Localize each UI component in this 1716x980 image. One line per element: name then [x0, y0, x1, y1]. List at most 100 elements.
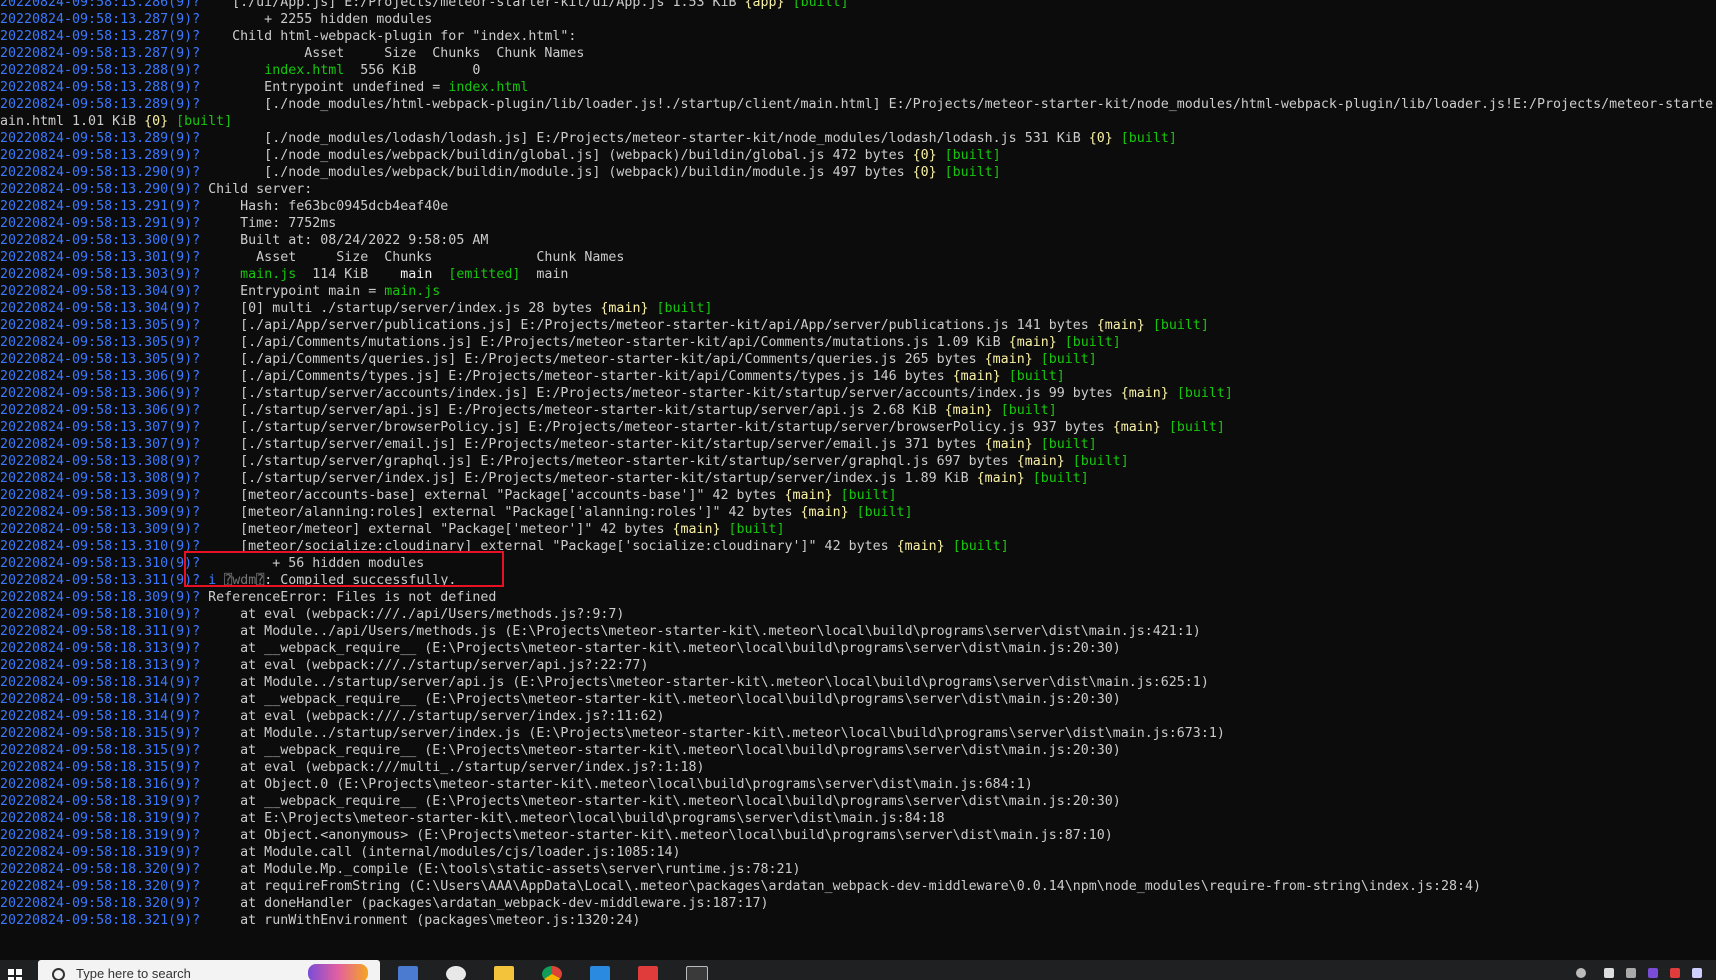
terminal-line: 20220824-09:58:13.306(9)? [./startup/ser… — [0, 385, 1716, 402]
home-app-icon[interactable] — [638, 966, 658, 980]
terminal-line: 20220824-09:58:18.314(9)? at eval (webpa… — [0, 708, 1716, 725]
terminal-line: 20220824-09:58:18.309(9)? ReferenceError… — [0, 589, 1716, 606]
log-text: at Module.call (internal/modules/cjs/loa… — [200, 845, 681, 860]
log-timestamp: 20220824-09:58:13.306(9)? — [0, 403, 201, 418]
terminal-line: 20220824-09:58:18.319(9)? at E:\Projects… — [0, 810, 1716, 827]
terminal-line: 20220824-09:58:13.289(9)? [./node_module… — [0, 147, 1716, 164]
log-text: {0} — [912, 165, 937, 180]
log-timestamp: 20220824-09:58:13.289(9)? — [0, 131, 201, 146]
calculator-icon[interactable] — [398, 966, 418, 980]
log-text: [0] multi ./startup/server/index.js 28 b… — [200, 301, 601, 316]
log-text: main — [520, 267, 569, 282]
log-text: [meteor/meteor] external "Package['meteo… — [200, 522, 673, 537]
app-tray-icon[interactable] — [1648, 968, 1658, 978]
terminal-line: 20220824-09:58:13.307(9)? [./startup/ser… — [0, 419, 1716, 436]
clock-icon[interactable] — [446, 966, 466, 980]
log-text: [built] — [1120, 131, 1177, 146]
vs-tray-icon[interactable] — [1692, 968, 1702, 978]
terminal-line: 20220824-09:58:18.314(9)? at __webpack_r… — [0, 691, 1716, 708]
log-text: wdm — [232, 573, 257, 588]
log-timestamp: 20220824-09:58:13.287(9)? — [0, 12, 201, 27]
search-placeholder: Type here to search — [76, 966, 191, 980]
log-text: {main} — [1120, 386, 1169, 401]
terminal-line: 20220824-09:58:13.288(9)? Entrypoint und… — [0, 79, 1716, 96]
terminal-line: 20220824-09:58:18.319(9)? at Object.<ano… — [0, 827, 1716, 844]
terminal-line: 20220824-09:58:13.310(9)? [meteor/social… — [0, 538, 1716, 555]
log-text: [./node_modules/lodash/lodash.js] E:/Pro… — [200, 131, 1089, 146]
log-timestamp: 20220824-09:58:13.290(9)? — [0, 182, 201, 197]
log-timestamp: 20220824-09:58:13.308(9)? — [0, 471, 201, 486]
search-icon — [52, 968, 65, 980]
log-timestamp: 20220824-09:58:13.306(9)? — [0, 369, 201, 384]
cloud-icon[interactable] — [1626, 968, 1636, 978]
log-text: at requireFromString (C:\Users\AAA\AppDa… — [200, 879, 1482, 894]
log-text: {main} — [952, 369, 1001, 384]
log-text: [built] — [840, 488, 897, 503]
file-explorer-icon[interactable] — [494, 966, 514, 980]
log-text: [built] — [856, 505, 913, 520]
log-text: [built] — [728, 522, 785, 537]
start-button[interactable] — [0, 960, 30, 980]
log-text: [built] — [656, 301, 713, 316]
log-text: [./ui/App.js] E:/Projects/meteor-starter… — [200, 0, 745, 10]
log-text: [built] — [1168, 420, 1225, 435]
terminal-icon[interactable] — [686, 966, 708, 980]
terminal-line: 20220824-09:58:18.315(9)? at __webpack_r… — [0, 742, 1716, 759]
log-timestamp: 20220824-09:58:13.304(9)? — [0, 301, 201, 316]
log-text: at Module../startup/server/api.js (E:\Pr… — [200, 675, 1209, 690]
terminal-line: 20220824-09:58:13.306(9)? [./startup/ser… — [0, 402, 1716, 419]
terminal-line: 20220824-09:58:18.321(9)? at runWithEnvi… — [0, 912, 1716, 929]
log-timestamp: 20220824-09:58:13.311(9)? — [0, 573, 201, 588]
log-text: Hash: fe63bc0945dcb4eaf40e — [200, 199, 449, 214]
terminal-line: 20220824-09:58:18.315(9)? at eval (webpa… — [0, 759, 1716, 776]
log-text: main.js — [384, 284, 441, 299]
terminal-line: 20220824-09:58:18.310(9)? at eval (webpa… — [0, 606, 1716, 623]
terminal-line: 20220824-09:58:13.309(9)? [meteor/meteor… — [0, 521, 1716, 538]
log-text: at Object.<anonymous> (E:\Projects\meteo… — [200, 828, 1113, 843]
log-text: [./node_modules/webpack/buildin/module.j… — [200, 165, 913, 180]
log-timestamp: 20220824-09:58:13.288(9)? — [0, 80, 201, 95]
log-text: {main} — [976, 471, 1025, 486]
log-timestamp: 20220824-09:58:13.310(9)? — [0, 556, 201, 571]
log-text: at __webpack_require__ (E:\Projects\mete… — [200, 692, 1121, 707]
terminal-line: 20220824-09:58:13.304(9)? [0] multi ./st… — [0, 300, 1716, 317]
log-text: at doneHandler (packages\ardatan_webpack… — [200, 896, 769, 911]
vscode-icon[interactable] — [590, 966, 610, 980]
taskbar-search-box[interactable]: Type here to search — [38, 960, 380, 980]
windows-icon — [8, 969, 22, 980]
log-text: [./node_modules/webpack/buildin/global.j… — [200, 148, 913, 163]
log-timestamp: 20220824-09:58:13.304(9)? — [0, 284, 201, 299]
log-text: {main} — [784, 488, 833, 503]
people-icon[interactable] — [1576, 968, 1586, 978]
log-text: [./startup/server/accounts/index.js] E:/… — [200, 386, 1121, 401]
log-timestamp: 20220824-09:58:18.321(9)? — [0, 913, 201, 928]
log-text: main.js — [240, 267, 297, 282]
terminal-line: 20220824-09:58:18.320(9)? at requireFrom… — [0, 878, 1716, 895]
log-timestamp: 20220824-09:58:18.319(9)? — [0, 811, 201, 826]
log-text: [./startup/server/email.js] E:/Projects/… — [200, 437, 985, 452]
log-text: [built] — [1152, 318, 1209, 333]
log-text: [./api/Comments/queries.js] E:/Projects/… — [200, 352, 985, 367]
log-text: at eval (webpack:///multi_./startup/serv… — [200, 760, 705, 775]
log-text: index.html — [264, 63, 345, 78]
log-text: [meteor/socialize:cloudinary] external "… — [200, 539, 897, 554]
terminal-line: 20220824-09:58:13.291(9)? Time: 7752ms — [0, 215, 1716, 232]
log-timestamp: 20220824-09:58:13.303(9)? — [0, 267, 201, 282]
terminal-output[interactable]: 20220824-09:58:13.286(9)? [./ui/App.js] … — [0, 0, 1716, 954]
log-timestamp: 20220824-09:58:13.309(9)? — [0, 488, 201, 503]
log-text: {0} — [144, 114, 169, 129]
log-text: index.html — [448, 80, 529, 95]
notification-tray-icon[interactable] — [1670, 968, 1680, 978]
chevron-up-icon[interactable] — [1604, 968, 1614, 978]
chrome-icon[interactable] — [542, 966, 562, 980]
